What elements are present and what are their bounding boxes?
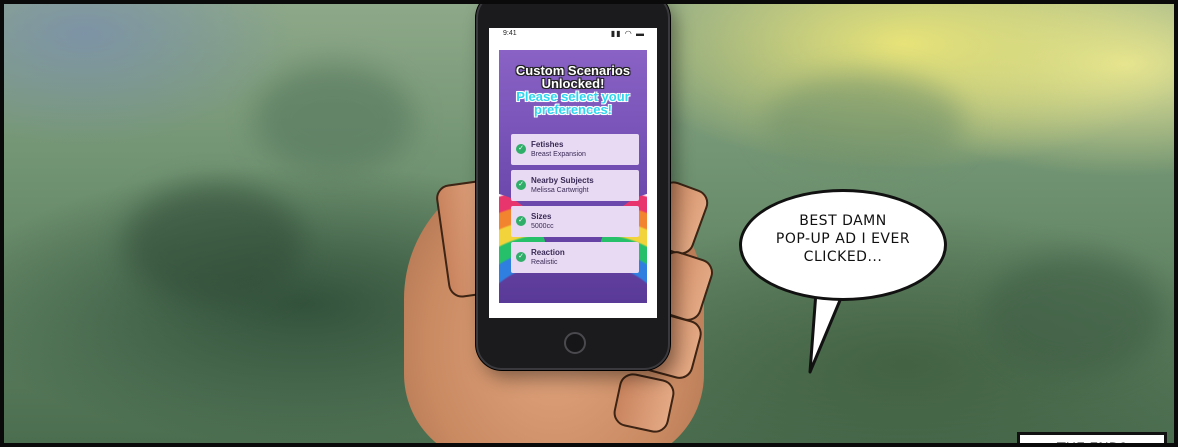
comic-panel: 9:41 ▮▮ ◠ ▬ Custom Scenarios Unlocked! P… bbox=[0, 0, 1178, 447]
speech-bubble-tail bbox=[808, 284, 848, 374]
speech-bubble: BEST DAMN POP-UP AD I EVER CLICKED... bbox=[739, 189, 947, 301]
caption-box: THE END? bbox=[1017, 432, 1167, 443]
speech-line: POP-UP AD I EVER bbox=[775, 231, 911, 247]
speech-line: CLICKED... bbox=[803, 249, 883, 265]
speech-line: BEST DAMN bbox=[799, 213, 887, 229]
